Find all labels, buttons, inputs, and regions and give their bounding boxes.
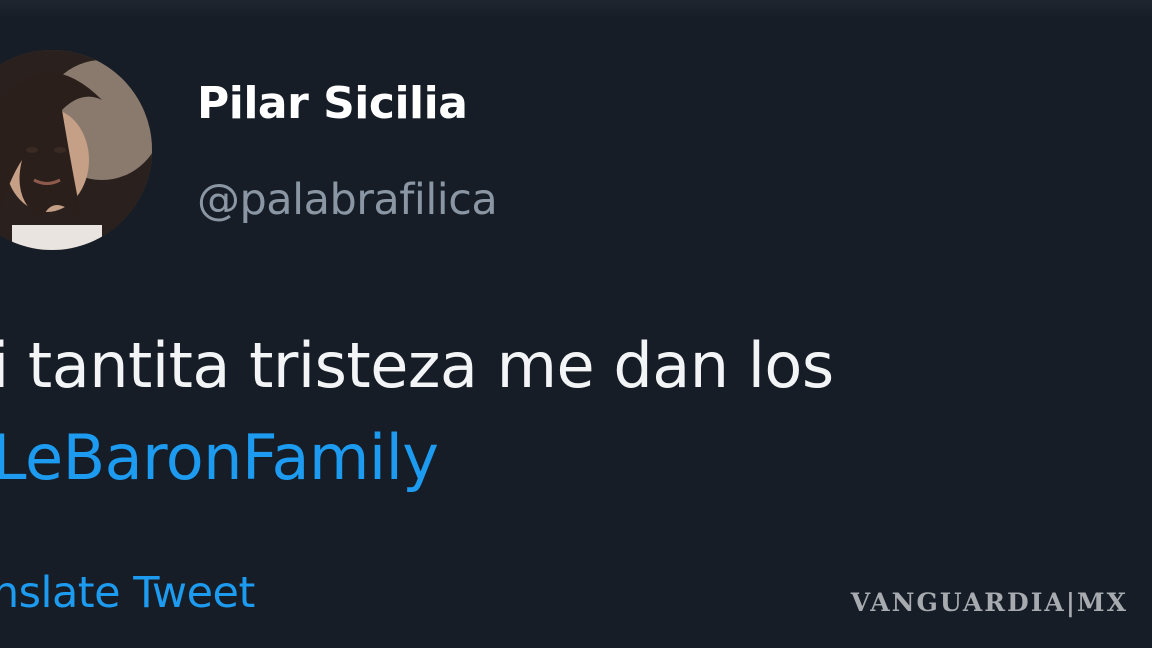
translate-tweet-link[interactable]: anslate Tweet — [0, 568, 255, 618]
hashtag-text: LeBaronFamily — [0, 421, 439, 494]
tweet-body: i tantita tristeza me dan los LeBaronFam… — [0, 320, 834, 504]
author-handle[interactable]: @palabrafilica — [197, 175, 498, 225]
watermark-logo: VANGUARDIA|MX — [850, 588, 1128, 617]
tweet-text-line: i tantita tristeza me dan los — [0, 329, 834, 402]
profile-photo-icon — [0, 50, 152, 250]
author-display-name[interactable]: Pilar Sicilia — [197, 78, 468, 129]
top-edge — [0, 0, 1152, 18]
hashtag-link[interactable]: LeBaronFamily — [0, 412, 834, 504]
avatar[interactable] — [0, 50, 152, 250]
